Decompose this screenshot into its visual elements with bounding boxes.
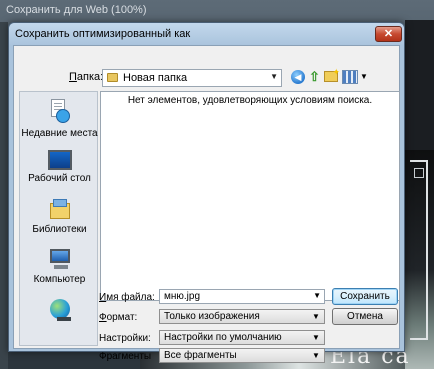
chevron-down-icon: ▼ xyxy=(270,72,278,81)
place-network[interactable] xyxy=(20,299,99,323)
fragments-label: Фрагменты xyxy=(99,351,152,362)
chevron-down-icon[interactable]: ▼ xyxy=(313,291,321,300)
dialog-body: Папка: Новая папка ▼ ◀ ⇧ ✦ ▼ Недавние ме… xyxy=(13,45,400,363)
cancel-button[interactable]: Отмена xyxy=(332,308,398,325)
folder-dropdown-value: Новая папка xyxy=(123,72,188,84)
place-recent-label: Недавние места xyxy=(21,128,98,139)
dialog-titlebar[interactable]: Сохранить оптимизированный как ✕ xyxy=(9,23,404,45)
empty-list-message: Нет элементов, удовлетворяющих условиям … xyxy=(127,95,373,106)
background-left-panel xyxy=(0,22,8,369)
folder-icon xyxy=(107,73,118,82)
desktop-icon xyxy=(47,150,72,170)
close-button[interactable]: ✕ xyxy=(375,26,402,42)
place-recent[interactable]: Недавние места xyxy=(20,99,99,139)
filename-input-value: мню.jpg xyxy=(164,291,201,302)
format-label-accel: Ф xyxy=(99,312,107,323)
format-label-rest: ормат: xyxy=(106,312,138,323)
filename-label: Имя файла: xyxy=(99,292,155,303)
close-icon: ✕ xyxy=(383,28,394,40)
back-icon[interactable]: ◀ xyxy=(291,70,305,84)
recent-places-icon xyxy=(48,99,72,125)
settings-label: Настройки: xyxy=(99,333,151,344)
view-menu-chevron-icon[interactable]: ▼ xyxy=(360,72,368,81)
settings-dropdown[interactable]: Настройки по умолчанию ▼ xyxy=(159,330,325,345)
libraries-icon xyxy=(48,199,72,221)
folder-label-rest: апка: xyxy=(76,71,104,83)
place-computer[interactable]: Компьютер xyxy=(20,249,99,285)
place-libraries-label: Библиотеки xyxy=(32,224,87,235)
folder-label-accel: П xyxy=(69,71,77,83)
place-libraries[interactable]: Библиотеки xyxy=(20,199,99,235)
new-folder-icon[interactable]: ✦ xyxy=(324,67,340,82)
fragments-dropdown[interactable]: Все фрагменты ▼ xyxy=(159,348,325,363)
view-menu-icon[interactable] xyxy=(342,70,358,84)
place-computer-label: Компьютер xyxy=(33,274,86,285)
format-dropdown-value: Только изображения xyxy=(164,311,260,322)
format-dropdown[interactable]: Только изображения ▼ xyxy=(159,309,325,324)
filename-input[interactable]: мню.jpg ▼ xyxy=(159,289,325,304)
preview-frame xyxy=(410,160,428,340)
dialog-title: Сохранить оптимизированный как xyxy=(15,28,191,40)
file-list[interactable]: Нет элементов, удовлетворяющих условиям … xyxy=(100,91,400,301)
format-label: Формат: xyxy=(99,312,137,323)
place-desktop[interactable]: Рабочий стол xyxy=(20,150,99,184)
filename-label-rest: мя файла: xyxy=(106,292,155,303)
computer-icon xyxy=(47,249,73,271)
chevron-down-icon: ▼ xyxy=(312,351,320,360)
place-desktop-label: Рабочий стол xyxy=(28,173,91,184)
folder-dropdown[interactable]: Новая папка ▼ xyxy=(102,69,282,87)
chevron-down-icon: ▼ xyxy=(312,312,320,321)
up-folder-icon[interactable]: ⇧ xyxy=(308,69,321,84)
save-for-web-title: Сохранить для Web (100%) xyxy=(6,4,147,16)
save-button[interactable]: Сохранить xyxy=(332,288,398,305)
fragments-dropdown-value: Все фрагменты xyxy=(164,350,237,361)
preview-corner-icon xyxy=(414,168,424,178)
settings-dropdown-value: Настройки по умолчанию xyxy=(164,332,282,343)
chevron-down-icon: ▼ xyxy=(312,333,320,342)
network-icon xyxy=(47,299,73,323)
places-bar: Недавние места Рабочий стол Библиотеки К… xyxy=(19,91,98,346)
folder-label: Папка: xyxy=(69,71,103,83)
save-optimized-dialog: Сохранить оптимизированный как ✕ Папка: … xyxy=(8,22,405,363)
